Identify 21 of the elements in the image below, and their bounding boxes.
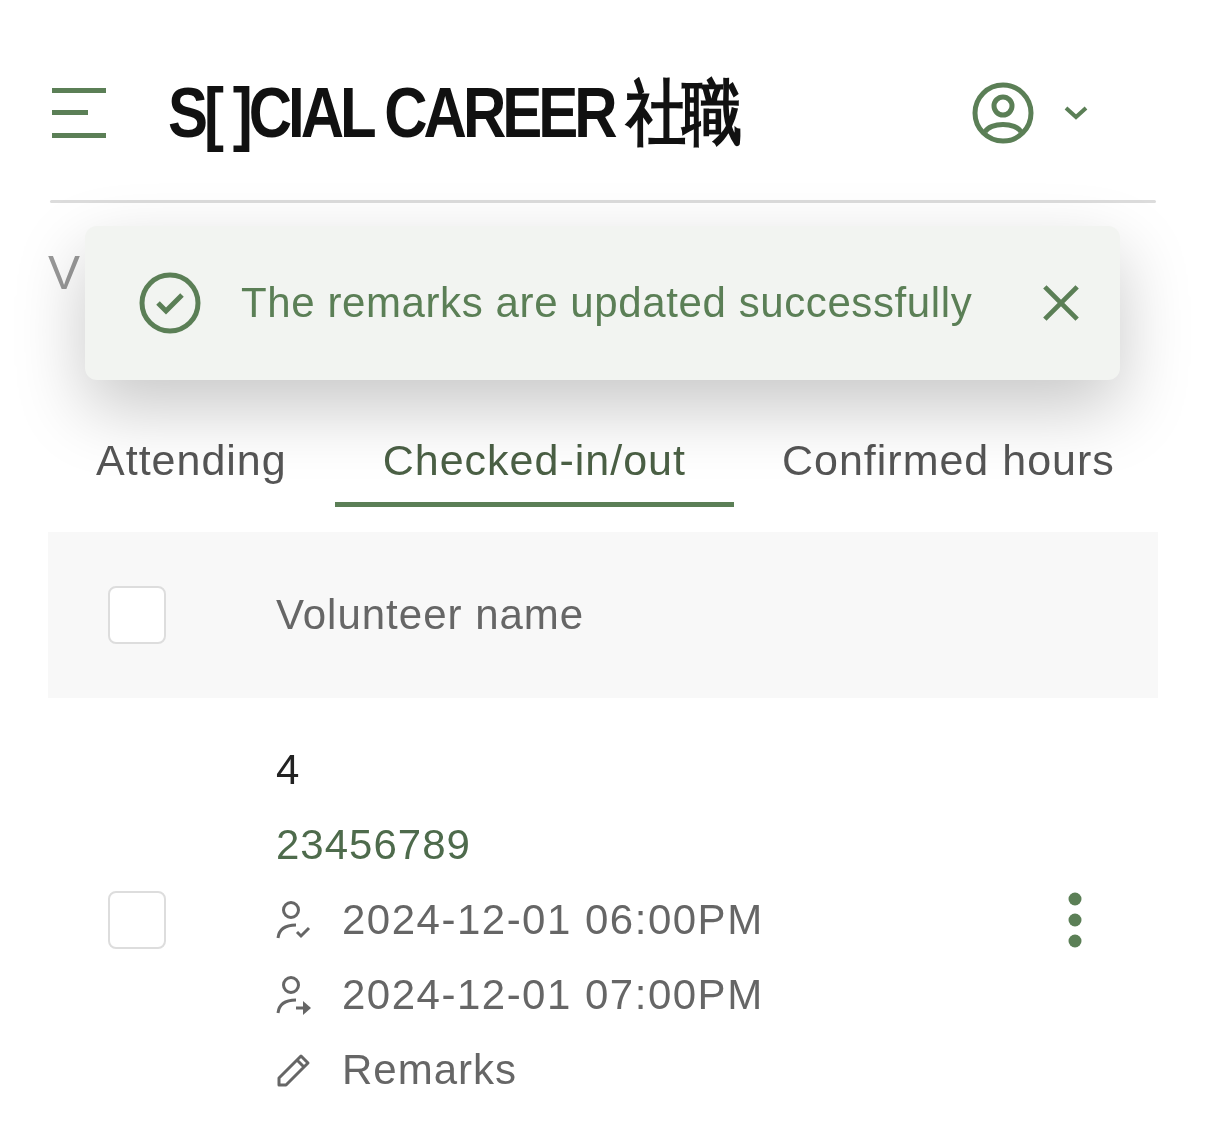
- page-title: V: [48, 249, 81, 297]
- tab[interactable]: Checked-in/out: [334, 419, 734, 507]
- tab[interactable]: Confirmed hours: [733, 419, 1163, 507]
- check-in-time: 2024-12-01 06:00PM: [342, 895, 764, 944]
- checkbox[interactable]: [108, 586, 166, 644]
- close-icon[interactable]: [1042, 284, 1080, 322]
- person-check-icon: [276, 899, 312, 940]
- remarks-button[interactable]: Remarks: [276, 1045, 518, 1094]
- account-icon[interactable]: [972, 82, 1034, 144]
- check-out-time: 2024-12-01 07:00PM: [342, 970, 764, 1019]
- column-header: Volunteer name: [276, 591, 585, 639]
- person-arrow-icon: [276, 974, 312, 1015]
- more-options-icon[interactable]: [1068, 891, 1082, 948]
- menu-icon[interactable]: [52, 88, 106, 138]
- toast-message: The remarks are updated successfully: [241, 279, 974, 327]
- tab[interactable]: Attending: [48, 419, 335, 507]
- phone-number: 23456789: [276, 820, 471, 869]
- check-circle-icon: [139, 272, 201, 334]
- volunteer-name: 4: [276, 745, 300, 794]
- chevron-down-icon[interactable]: [1064, 106, 1088, 120]
- checkbox[interactable]: [108, 890, 166, 949]
